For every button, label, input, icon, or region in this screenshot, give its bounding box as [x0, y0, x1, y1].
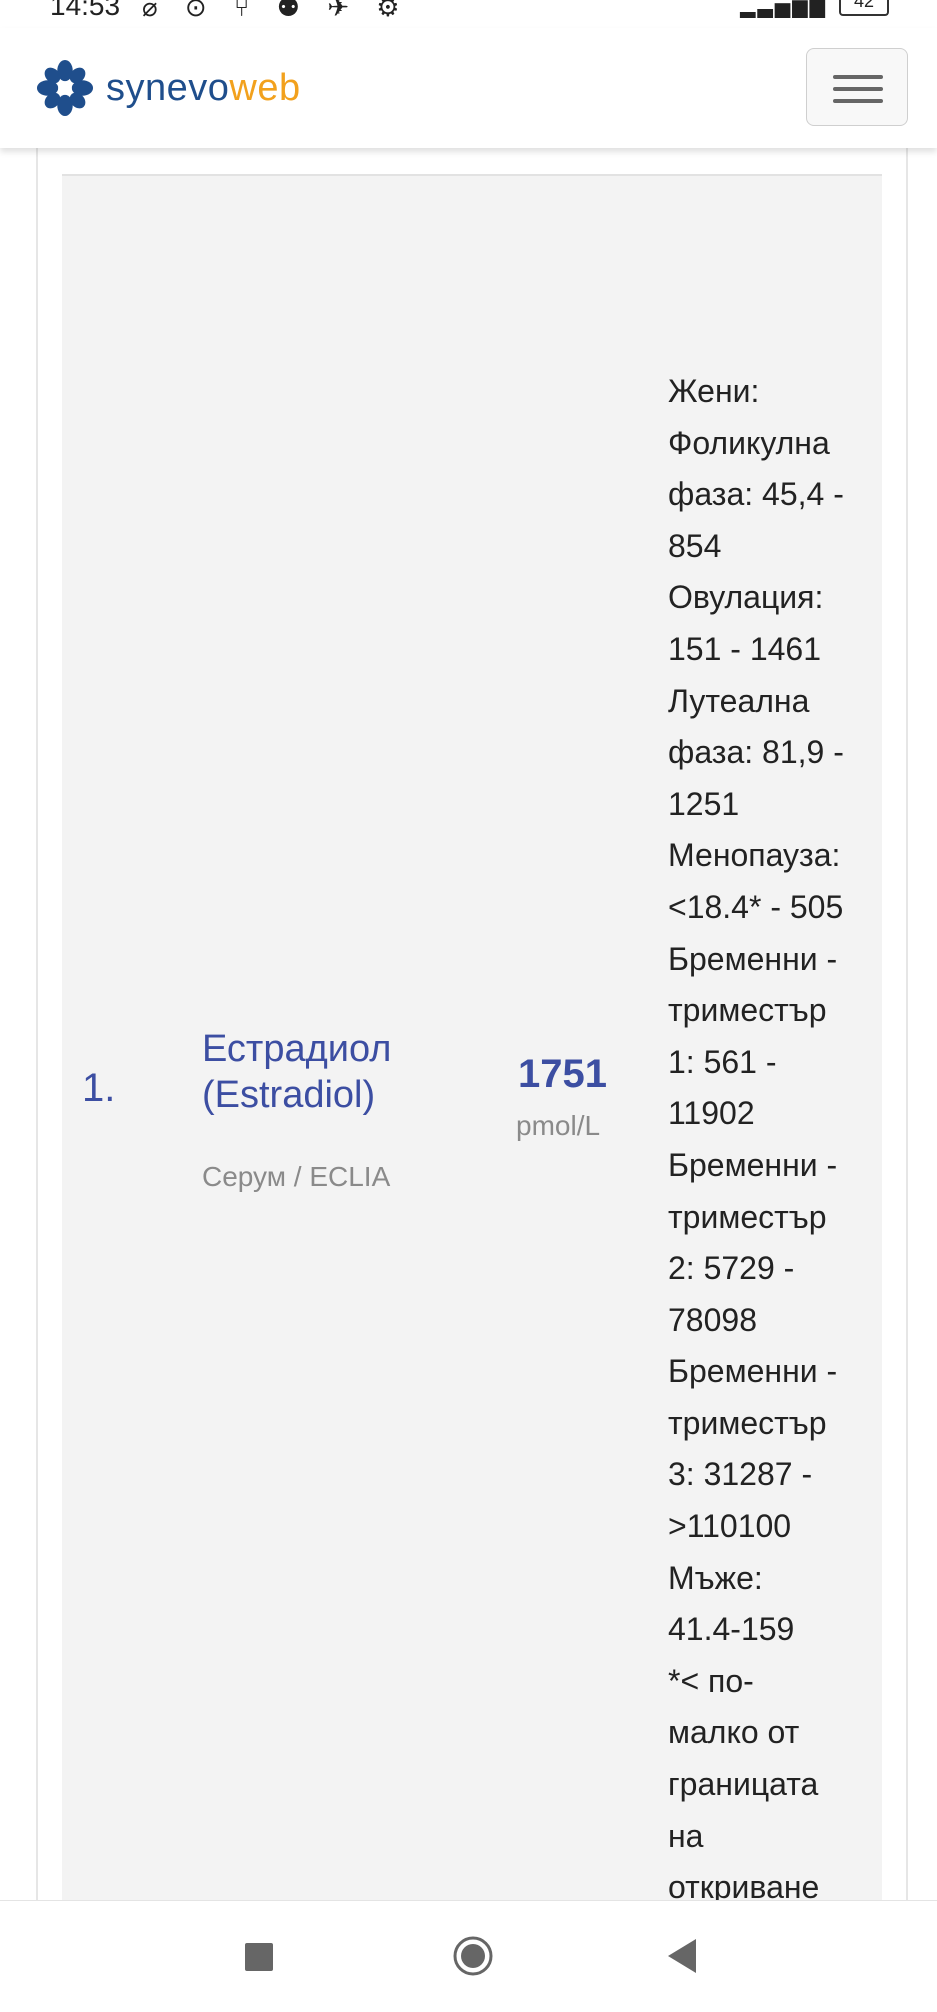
reference-line: триместър [668, 1404, 827, 1441]
reference-line: <18.4* - 505 [668, 888, 844, 925]
reference-line: Овулация: [668, 579, 824, 616]
status-time: 14:53 [50, 0, 121, 21]
reference-line: Бременни - [668, 940, 838, 977]
reference-line: Менопауза: [668, 837, 841, 874]
table-row: 1. Естрадиол (Estradiol) Серум / ECLIA 1… [62, 176, 882, 2008]
row-number: 1. [82, 1066, 116, 1110]
recent-apps-button[interactable] [245, 1943, 273, 1971]
reference-line: Бременни - [668, 1353, 838, 1390]
test-name-line: (Estradiol) [202, 1074, 376, 1116]
reference-line: *< по- [668, 1662, 754, 1699]
reference-line: Мъже: [668, 1559, 763, 1596]
reference-line: 78098 [668, 1301, 757, 1338]
reference-line: 2: 5729 - [668, 1250, 795, 1287]
reference-line: триместър [668, 992, 827, 1029]
reference-line: 1251 [668, 785, 740, 822]
home-button[interactable] [452, 1935, 494, 1977]
reference-line: 151 - 1461 [668, 630, 822, 667]
reference-line: фаза: 81,9 - [668, 734, 844, 771]
brand-web: web [229, 66, 301, 109]
result-value: 1751 [518, 1052, 607, 1096]
hamburger-menu-button[interactable] [806, 48, 908, 126]
status-bar: 14:53 ⌀ ⊙ ⑂ ⚉ ✈ ⚙ ▂▃▅▆▇ 42 [0, 0, 937, 28]
test-name-link[interactable]: Естрадиол (Estradiol) [202, 1026, 442, 1118]
reference-line: Лутеална [668, 682, 810, 719]
site-header: synevoweb [0, 28, 937, 148]
test-name-line: Естрадиол [202, 1028, 392, 1070]
reference-line: Жени: [668, 373, 760, 409]
back-button[interactable] [668, 1939, 696, 1973]
reference-line: 854 [668, 527, 722, 564]
signal-icon: ▂▃▅▆▇ [740, 0, 827, 18]
reference-line: >110100 [668, 1508, 792, 1545]
synevo-logo[interactable]: synevoweb [36, 58, 301, 118]
reference-line: 11902 [668, 1095, 755, 1132]
hamburger-line-icon [833, 75, 883, 79]
reference-line: 41.4-159 [668, 1611, 795, 1648]
brand-name: synevoweb [106, 67, 301, 110]
android-nav-bar [0, 1900, 937, 2012]
reference-line: на [668, 1817, 704, 1854]
results-panel: 1. Естрадиол (Estradiol) Серум / ECLIA 1… [36, 148, 908, 2008]
reference-line: малко от [668, 1714, 800, 1751]
notification-icons: ⌀ ⊙ ⑂ ⚉ ✈ ⚙ [142, 0, 410, 22]
reference-line: границата [668, 1766, 819, 1803]
reference-range: Жени: Фоликулна фаза: 45,4 - 854 Овулация: 15… [668, 366, 880, 2012]
reference-line: 3: 31287 - [668, 1456, 813, 1493]
hamburger-line-icon [833, 87, 883, 91]
brand-synevo: synevo [106, 66, 230, 109]
result-unit: pmol/L [516, 1110, 601, 1141]
reference-line: триместър [668, 1198, 827, 1235]
screen: 14:53 ⌀ ⊙ ⑂ ⚉ ✈ ⚙ ▂▃▅▆▇ 42 synevoweb 1. … [0, 0, 937, 2012]
test-sample-method: Серум / ECLIA [202, 1161, 391, 1192]
reference-line: фаза: 45,4 - [668, 476, 844, 513]
reference-line: Бременни - [668, 1146, 838, 1183]
reference-line: 1: 561 - [668, 1043, 777, 1080]
flower-logo-icon [36, 59, 94, 117]
hamburger-line-icon [833, 99, 883, 103]
reference-line: Фоликулна [668, 424, 830, 461]
battery-icon: 42 [839, 0, 889, 16]
